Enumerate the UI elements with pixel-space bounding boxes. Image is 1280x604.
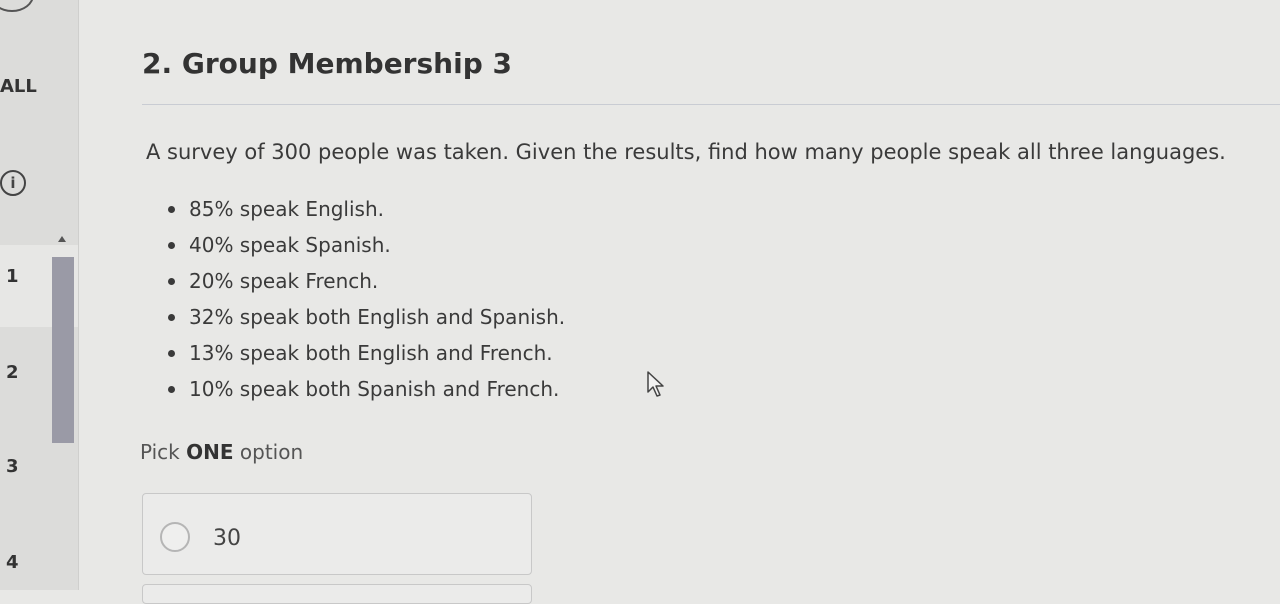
pick-suffix: option <box>233 440 304 464</box>
bullet-icon <box>168 278 175 285</box>
fact-text: 32% speak both English and Spanish. <box>189 305 566 329</box>
list-item: 10% speak both Spanish and French. <box>168 375 565 411</box>
bullet-icon <box>168 386 175 393</box>
bullet-icon <box>168 206 175 213</box>
question-title: 2. Group Membership 3 <box>142 47 512 80</box>
list-item: 13% speak both English and French. <box>168 339 565 375</box>
mouse-pointer-icon <box>647 371 664 397</box>
pick-prefix: Pick <box>140 440 187 464</box>
fact-text: 85% speak English. <box>189 197 384 221</box>
option-label: 30 <box>213 526 241 551</box>
survey-facts-list: 85% speak English. 40% speak Spanish. 20… <box>168 195 565 411</box>
info-icon[interactable]: i <box>0 170 26 196</box>
caret-up-icon[interactable] <box>58 236 66 242</box>
question-nav-2[interactable]: 2 <box>6 362 19 383</box>
answer-option-1[interactable]: 30 <box>142 493 532 575</box>
all-questions-link[interactable]: ALL <box>0 76 37 97</box>
question-nav-4[interactable]: 4 <box>6 552 19 573</box>
bullet-icon <box>168 314 175 321</box>
question-panel: 2. Group Membership 3 A survey of 300 pe… <box>80 0 1280 604</box>
pick-count: ONE <box>186 440 234 464</box>
fact-text: 13% speak both English and French. <box>189 341 553 365</box>
list-item: 32% speak both English and Spanish. <box>168 303 565 339</box>
question-prompt: A survey of 300 people was taken. Given … <box>146 140 1226 164</box>
question-nav-3[interactable]: 3 <box>6 456 19 477</box>
list-item: 85% speak English. <box>168 195 565 231</box>
pick-instruction: Pick ONE option <box>140 440 303 464</box>
sidebar-scrollbar-thumb[interactable] <box>52 257 74 443</box>
top-circle-icon[interactable] <box>0 0 34 12</box>
fact-text: 20% speak French. <box>189 269 379 293</box>
bullet-icon <box>168 242 175 249</box>
answer-option-2[interactable] <box>142 584 532 604</box>
radio-button[interactable] <box>160 522 190 552</box>
bullet-icon <box>168 350 175 357</box>
list-item: 20% speak French. <box>168 267 565 303</box>
list-item: 40% speak Spanish. <box>168 231 565 267</box>
fact-text: 40% speak Spanish. <box>189 233 391 257</box>
question-nav-1[interactable]: 1 <box>6 266 19 287</box>
question-sidebar: ALL i 1 2 3 4 <box>0 0 79 590</box>
fact-text: 10% speak both Spanish and French. <box>189 377 560 401</box>
title-divider <box>142 104 1280 105</box>
